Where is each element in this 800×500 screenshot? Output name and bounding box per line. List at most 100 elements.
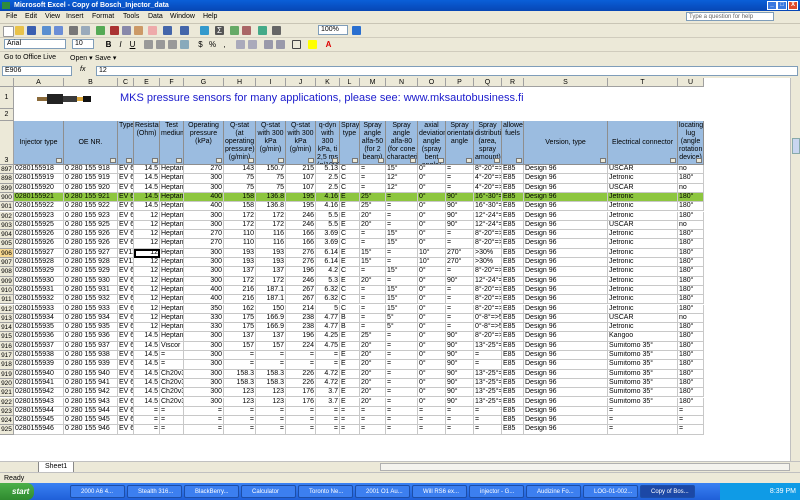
table-cell[interactable]: 0°	[418, 341, 446, 351]
table-cell[interactable]: =	[446, 304, 474, 314]
table-cell[interactable]: 195	[286, 202, 316, 212]
table-cell[interactable]: 12	[134, 220, 160, 231]
table-cell[interactable]: Design 96	[524, 230, 608, 240]
table-cell[interactable]: =	[608, 425, 678, 435]
table-cell[interactable]: 180°	[678, 174, 704, 184]
table-cell[interactable]: 157	[256, 341, 286, 351]
table-cell[interactable]: E85	[502, 369, 524, 379]
table-cell[interactable]: E	[340, 388, 360, 398]
table-cell[interactable]: 0°	[418, 239, 446, 249]
table-cell[interactable]: 0280155936	[14, 332, 64, 342]
decrease-decimal-icon[interactable]	[248, 40, 257, 49]
row-header[interactable]: 898	[0, 174, 14, 184]
table-cell[interactable]: EV 6	[118, 304, 134, 314]
function-icon[interactable]: fx	[80, 66, 85, 73]
table-cell[interactable]: Design 96	[524, 388, 608, 398]
save-icon[interactable]	[27, 26, 36, 35]
table-cell[interactable]: E85	[502, 202, 524, 212]
table-cell[interactable]: 187.1	[256, 295, 286, 305]
table-cell[interactable]: Ch20v3	[160, 397, 184, 407]
table-cell[interactable]: Design 96	[524, 323, 608, 333]
increase-indent-icon[interactable]	[276, 40, 285, 49]
table-cell[interactable]: Heptan	[160, 202, 184, 212]
table-cell[interactable]: 14.5	[134, 341, 160, 351]
table-cell[interactable]: =	[386, 406, 418, 417]
table-cell[interactable]: 300	[184, 183, 224, 193]
table-cell[interactable]: Jetronic	[608, 202, 678, 212]
table-cell[interactable]: USCAR	[608, 313, 678, 324]
table-cell[interactable]: 0°	[418, 304, 446, 314]
table-cell[interactable]: =	[386, 248, 418, 258]
row-header[interactable]: 922	[0, 397, 14, 407]
table-cell[interactable]: Design 96	[524, 416, 608, 426]
table-cell[interactable]: 196	[286, 267, 316, 277]
table-cell[interactable]: 0280155926	[14, 239, 64, 249]
table-cell[interactable]: 187.1	[256, 285, 286, 296]
table-cell[interactable]: =	[134, 406, 160, 417]
table-cell[interactable]: =	[446, 174, 474, 184]
table-cell[interactable]: USCAR	[608, 165, 678, 175]
table-cell[interactable]: Design 96	[524, 174, 608, 184]
table-cell[interactable]: Sumitomo 35°	[608, 378, 678, 389]
table-cell[interactable]: 12	[134, 267, 160, 277]
table-cell[interactable]: 0280155938	[14, 351, 64, 361]
align-left-icon[interactable]	[144, 40, 153, 49]
horizontal-scrollbar[interactable]	[380, 463, 790, 471]
table-cell[interactable]: Design 96	[524, 360, 608, 370]
menu-file[interactable]: File	[6, 13, 17, 20]
table-cell[interactable]: Jetronic	[608, 323, 678, 333]
table-cell[interactable]: Viscor	[160, 341, 184, 351]
table-cell[interactable]: =	[340, 406, 360, 417]
table-cell[interactable]: E85	[502, 295, 524, 305]
table-cell[interactable]: Design 96	[524, 183, 608, 193]
table-cell[interactable]: =	[386, 332, 418, 342]
table-cell[interactable]: 90°	[446, 276, 474, 286]
filter-dropdown-icon[interactable]	[126, 158, 132, 163]
table-cell[interactable]: =	[418, 425, 446, 435]
format-painter-icon[interactable]	[148, 26, 157, 35]
table-cell[interactable]: 172	[256, 211, 286, 221]
table-cell[interactable]: 0°	[418, 220, 446, 231]
table-cell[interactable]: =	[360, 323, 386, 333]
table-cell[interactable]: E85	[502, 351, 524, 361]
table-cell[interactable]: E	[340, 397, 360, 407]
table-cell[interactable]: 20°	[360, 388, 386, 398]
table-cell[interactable]: 400	[184, 295, 224, 305]
table-cell[interactable]: 4°-20°=>3	[474, 174, 502, 184]
table-cell[interactable]: EV 6	[118, 192, 134, 203]
table-cell[interactable]: 0°	[418, 165, 446, 175]
table-cell[interactable]: =	[418, 416, 446, 426]
save-dropdown[interactable]: Save ▾	[95, 54, 116, 62]
cut-icon[interactable]	[110, 26, 119, 35]
scroll-thumb[interactable]	[792, 138, 800, 154]
table-cell[interactable]: 180°	[678, 332, 704, 342]
table-cell[interactable]: E85	[502, 174, 524, 184]
table-cell[interactable]: 300	[184, 388, 224, 398]
table-cell[interactable]: =	[386, 202, 418, 212]
table-cell[interactable]: =	[160, 425, 184, 435]
table-cell[interactable]: =	[386, 192, 418, 203]
taskbar-button[interactable]: LOG-01-002...	[583, 485, 638, 498]
drawing-icon[interactable]	[272, 26, 281, 35]
table-cell[interactable]: E	[340, 378, 360, 389]
table-cell[interactable]: EV 6	[118, 267, 134, 277]
table-cell[interactable]: 110	[224, 239, 256, 249]
table-cell[interactable]: =	[386, 276, 418, 286]
table-cell[interactable]: EV 6	[118, 378, 134, 389]
table-cell[interactable]: 12	[134, 239, 160, 249]
table-cell[interactable]: =	[160, 351, 184, 361]
italic-button[interactable]: I	[116, 40, 125, 49]
table-cell[interactable]: 13°-25°=>4	[474, 369, 502, 379]
table-cell[interactable]: C	[340, 183, 360, 193]
table-cell[interactable]: 15°	[360, 248, 386, 258]
table-cell[interactable]: C	[340, 230, 360, 240]
table-cell[interactable]: 162	[224, 304, 256, 314]
table-cell[interactable]: 180°	[678, 267, 704, 277]
table-cell[interactable]: 14.5	[134, 174, 160, 184]
table-cell[interactable]: 216	[224, 285, 256, 296]
table-cell[interactable]: Design 96	[524, 351, 608, 361]
table-cell[interactable]: =	[608, 406, 678, 417]
table-cell[interactable]: =	[678, 406, 704, 417]
table-cell[interactable]: Heptan	[160, 304, 184, 314]
table-cell[interactable]: 166	[286, 230, 316, 240]
